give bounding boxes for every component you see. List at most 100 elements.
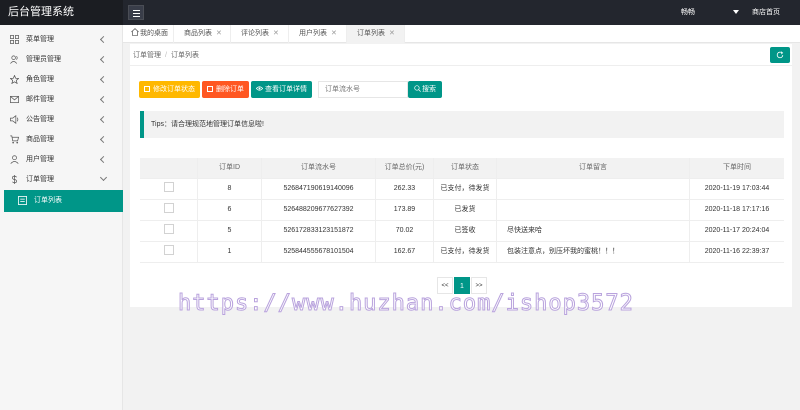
top-bar: 后台管理系统 畅畅 商店首页 — [0, 0, 800, 25]
chevron-left-icon — [99, 95, 108, 104]
delete-order-button[interactable]: 删除订单 — [202, 81, 249, 98]
table-row[interactable]: 6 526488209677627392 173.89 已发货 2020-11-… — [140, 200, 784, 221]
sidebar-item-products[interactable]: 商品管理 — [0, 130, 123, 150]
chevron-left-icon — [99, 155, 108, 164]
button-label: 删除订单 — [216, 86, 244, 93]
sidebar-item-label: 用户管理 — [26, 156, 54, 163]
chevron-left-icon — [99, 115, 108, 124]
sidebar-subitem-order-list[interactable]: 订单列表 — [4, 190, 123, 212]
refresh-icon — [776, 51, 784, 59]
chevron-down-icon — [99, 173, 108, 182]
tab-label: 评论列表 — [241, 30, 269, 37]
mail-icon — [10, 95, 19, 104]
header-cell-select — [140, 158, 197, 178]
row-checkbox[interactable] — [163, 203, 174, 213]
cell-id: 1 — [197, 242, 261, 262]
cell-time: 2020-11-17 20:24:04 — [689, 221, 784, 241]
chevron-left-icon — [99, 135, 108, 144]
breadcrumb-current: 订单列表 — [170, 52, 199, 59]
button-label: 搜索 — [422, 86, 436, 93]
user-icon — [10, 155, 19, 164]
row-checkbox[interactable] — [163, 182, 174, 192]
cart-icon — [10, 135, 19, 144]
eye-icon — [255, 86, 264, 91]
home-icon — [131, 28, 139, 36]
cell-serial: 526488209677627392 — [261, 200, 375, 220]
divider — [130, 65, 792, 66]
close-icon[interactable]: ✕ — [216, 30, 222, 37]
cell-total: 262.33 — [375, 179, 433, 199]
cell-status: 已支付，待发货 — [433, 179, 496, 199]
table-header: 订单ID 订单流水号 订单总价(元) 订单状态 订单留言 下单时间 — [140, 158, 784, 179]
header-cell-total: 订单总价(元) — [375, 158, 433, 178]
app-title: 后台管理系统 — [0, 0, 123, 25]
tab-user-list[interactable]: 用户列表 ✕ — [289, 25, 347, 43]
star-icon — [10, 75, 19, 84]
sidebar-item-label: 管理员管理 — [26, 56, 61, 63]
edit-order-status-button[interactable]: 修改订单状态 — [139, 81, 200, 98]
cell-note: 包装注意点，别压坏我的蜜桃！！！ — [496, 242, 689, 262]
chevron-left-icon — [99, 35, 108, 44]
table-row[interactable]: 5 526172833123151872 70.02 已签收 尽快送来哈 202… — [140, 221, 784, 242]
tab-label: 我的桌面 — [140, 30, 168, 37]
tab-label: 商品列表 — [184, 30, 212, 37]
row-select-cell — [140, 200, 197, 220]
tab-comment-list[interactable]: 评论列表 ✕ — [231, 25, 289, 43]
button-label: 修改订单状态 — [153, 86, 195, 93]
refresh-button[interactable] — [770, 47, 790, 63]
watermark-text: https://www.huzhan.com/ishop3572 — [178, 291, 634, 317]
cell-serial: 526847190619140096 — [261, 179, 375, 199]
cell-id: 6 — [197, 200, 261, 220]
edit-icon — [144, 86, 150, 92]
row-select-cell — [140, 221, 197, 241]
tab-order-list[interactable]: 订单列表 ✕ — [347, 25, 405, 43]
tab-product-list[interactable]: 商品列表 ✕ — [174, 25, 231, 43]
cell-time: 2020-11-19 17:03:44 — [689, 179, 784, 199]
tab-label: 订单列表 — [357, 30, 385, 37]
sidebar: 菜单管理 管理员管理 角色管理 邮件管理 公告管理 商品管理 用户管理 订单管理 — [0, 25, 123, 410]
user-menu[interactable]: 畅畅 — [681, 0, 695, 25]
breadcrumb-separator: / — [165, 52, 167, 59]
breadcrumb-parent[interactable]: 订单管理 — [133, 52, 161, 59]
close-icon[interactable]: ✕ — [331, 30, 337, 37]
sidebar-item-menu[interactable]: 菜单管理 — [0, 30, 123, 50]
search-icon — [414, 85, 421, 92]
sidebar-item-orders[interactable]: 订单管理 — [0, 170, 123, 190]
cell-total: 70.02 — [375, 221, 433, 241]
sidebar-item-roles[interactable]: 角色管理 — [0, 70, 123, 90]
order-serial-search-input[interactable] — [318, 81, 408, 98]
search-button[interactable]: 搜索 — [408, 81, 442, 98]
table-row[interactable]: 8 526847190619140096 262.33 已支付，待发货 2020… — [140, 179, 784, 200]
store-home-link[interactable]: 商店首页 — [752, 0, 780, 25]
tab-desktop[interactable]: 我的桌面 — [123, 25, 174, 43]
cell-status: 已发货 — [433, 200, 496, 220]
cell-serial: 525844555678101504 — [261, 242, 375, 262]
header-cell-status: 订单状态 — [433, 158, 496, 178]
row-checkbox[interactable] — [163, 245, 174, 255]
cell-note: 尽快送来哈 — [496, 221, 689, 241]
table-row[interactable]: 1 525844555678101504 162.67 已支付，待发货 包装注意… — [140, 242, 784, 263]
cell-serial: 526172833123151872 — [261, 221, 375, 241]
menu-toggle-icon[interactable] — [128, 5, 144, 20]
close-icon[interactable]: ✕ — [273, 30, 279, 37]
sidebar-item-mail[interactable]: 邮件管理 — [0, 90, 123, 110]
sidebar-item-users[interactable]: 用户管理 — [0, 150, 123, 170]
header-cell-serial: 订单流水号 — [261, 158, 375, 178]
sidebar-item-admins[interactable]: 管理员管理 — [0, 50, 123, 70]
speaker-icon — [10, 115, 19, 124]
cell-note — [496, 179, 689, 199]
sidebar-item-notices[interactable]: 公告管理 — [0, 110, 123, 130]
cell-id: 8 — [197, 179, 261, 199]
view-order-detail-button[interactable]: 查看订单详情 — [251, 81, 312, 98]
sidebar-item-label: 订单管理 — [26, 176, 54, 183]
grid-icon — [10, 35, 19, 44]
caret-down-icon[interactable] — [733, 10, 739, 14]
row-checkbox[interactable] — [163, 224, 174, 234]
cell-time: 2020-11-18 17:17:16 — [689, 200, 784, 220]
header-cell-note: 订单留言 — [496, 158, 689, 178]
chevron-left-icon — [99, 75, 108, 84]
close-icon[interactable]: ✕ — [389, 30, 395, 37]
row-select-cell — [140, 242, 197, 262]
header-cell-time: 下单时间 — [689, 158, 784, 178]
cell-total: 162.67 — [375, 242, 433, 262]
